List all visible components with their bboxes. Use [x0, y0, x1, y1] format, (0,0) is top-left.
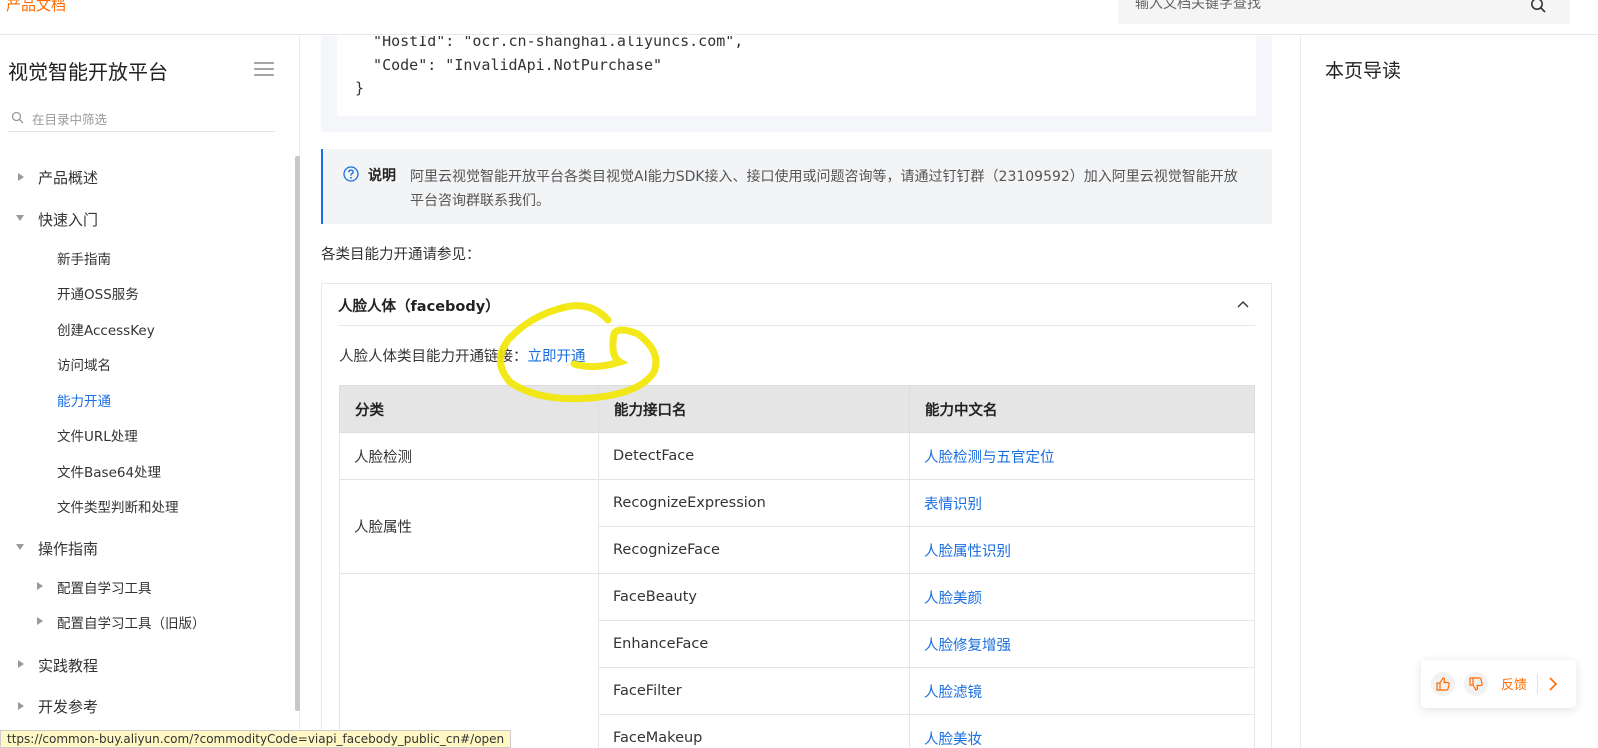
caret-down-icon[interactable] — [16, 215, 24, 221]
panel-title: 人脸人体（facebody） — [338, 299, 500, 315]
search-icon[interactable] — [1530, 0, 1546, 13]
note-callout: 说明 阿里云视觉智能开放平台各类目视觉AI能力SDK接入、接口使用或问题咨询等，… — [321, 149, 1272, 224]
caret-right-icon[interactable] — [37, 582, 43, 590]
caret-right-icon[interactable] — [18, 173, 24, 181]
catalog-filter-input[interactable]: 在目录中筛选 — [8, 104, 275, 132]
question-circle-icon — [343, 166, 359, 182]
capability-link[interactable]: 人脸滤镜 — [909, 667, 1255, 715]
capability-link[interactable]: 人脸美妆 — [909, 714, 1255, 748]
category-cell — [339, 573, 599, 748]
sidebar-title: 视觉智能开放平台 — [8, 60, 168, 84]
caret-right-icon[interactable] — [18, 702, 24, 710]
top-bar: 产品文档 输入文档关键字查找 — [0, 0, 1598, 35]
sidebar-item-operation-guide[interactable]: 操作指南 — [38, 538, 98, 559]
caret-right-icon[interactable] — [37, 617, 43, 625]
sidebar-item-self-learning-old[interactable]: 配置自学习工具（旧版） — [57, 612, 206, 632]
doc-search-input[interactable]: 输入文档关键字查找 — [1118, 0, 1570, 24]
sidebar-item-self-learning[interactable]: 配置自学习工具 — [57, 577, 152, 597]
toc-title: 本页导读 — [1325, 60, 1402, 82]
capability-link[interactable]: 人脸修复增强 — [909, 620, 1255, 668]
api-cell: EnhanceFace — [598, 620, 910, 668]
sidebar-item-beginner-guide[interactable]: 新手指南 — [57, 248, 111, 268]
capability-link[interactable]: 人脸检测与五官定位 — [909, 432, 1255, 480]
caret-down-icon[interactable] — [16, 544, 24, 550]
sidebar-item-quick-start[interactable]: 快速入门 — [38, 209, 98, 230]
api-cell: RecognizeExpression — [598, 479, 910, 527]
thumbs-up-button[interactable] — [1431, 672, 1455, 696]
chevron-up-icon[interactable] — [1237, 300, 1249, 308]
api-cell: FaceBeauty — [598, 573, 910, 621]
column-header: 能力中文名 — [909, 385, 1255, 433]
filter-placeholder: 在目录中筛选 — [32, 112, 108, 127]
sidebar-item-file-type[interactable]: 文件类型判断和处理 — [57, 496, 179, 516]
sidebar-item-file-base64[interactable]: 文件Base64处理 — [57, 461, 161, 481]
code-line: } — [355, 79, 365, 97]
menu-icon[interactable] — [254, 61, 274, 77]
capability-table: 分类 能力接口名 能力中文名 人脸检测 DetectFace 人脸检测与五官定位… — [339, 385, 1255, 748]
api-cell: RecognizeFace — [598, 526, 910, 574]
api-cell: FaceFilter — [598, 667, 910, 715]
toc-panel: 本页导读 — [1300, 36, 1598, 748]
open-now-link[interactable]: 立即开通 — [528, 349, 586, 365]
sidebar-item-oss[interactable]: 开通OSS服务 — [57, 283, 139, 303]
thumbs-down-button[interactable] — [1464, 672, 1488, 696]
note-label: 说明 — [368, 168, 396, 184]
sidebar-item-tutorials[interactable]: 实践教程 — [38, 655, 98, 676]
search-icon — [11, 111, 24, 124]
capability-link[interactable]: 人脸属性识别 — [909, 526, 1255, 574]
table-row: 人脸属性 RecognizeExpression 表情识别 — [339, 479, 1255, 574]
brand-link[interactable]: 产品文档 — [6, 0, 66, 15]
table-header-row: 分类 能力接口名 能力中文名 — [339, 385, 1255, 433]
column-header: 分类 — [339, 385, 599, 433]
table-row: FaceBeauty 人脸美颜 — [339, 573, 1255, 748]
panel-header[interactable]: 人脸人体（facebody） — [338, 284, 1255, 326]
sidebar-item-domain[interactable]: 访问域名 — [57, 354, 111, 374]
table-row: 人脸检测 DetectFace 人脸检测与五官定位 — [339, 432, 1255, 480]
code-block: "HostId": "ocr.cn-shanghai.aliyuncs.com"… — [321, 36, 1272, 132]
code-line: "HostId": "ocr.cn-shanghai.aliyuncs.com"… — [355, 36, 744, 50]
sidebar-item-product-overview[interactable]: 产品概述 — [38, 167, 98, 188]
divider — [1537, 674, 1538, 694]
facebody-panel: 人脸人体（facebody） 人脸人体类目能力开通链接：立即开通 分类 能力接口… — [321, 283, 1272, 748]
category-cell: 人脸属性 — [339, 479, 599, 574]
column-header: 能力接口名 — [598, 385, 910, 433]
thumbs-down-icon — [1469, 677, 1483, 691]
category-cell: 人脸检测 — [339, 432, 599, 480]
chevron-right-icon[interactable] — [1548, 677, 1558, 691]
thumbs-up-icon — [1436, 677, 1450, 691]
sidebar: 视觉智能开放平台 在目录中筛选 产品概述 快速入门 新手指南 开通OSS服务 创… — [0, 36, 300, 748]
capability-link[interactable]: 表情识别 — [909, 479, 1255, 527]
link-status-bar: ttps://common-buy.aliyun.com/?commodityC… — [0, 730, 512, 748]
code-line: "Code": "InvalidApi.NotPurchase" — [355, 56, 663, 74]
search-placeholder: 输入文档关键字查找 — [1135, 0, 1261, 12]
note-text: 阿里云视觉智能开放平台各类目视觉AI能力SDK接入、接口使用或问题咨询等，请通过… — [410, 169, 1238, 209]
sidebar-item-accesskey[interactable]: 创建AccessKey — [57, 319, 155, 339]
open-prefix: 人脸人体类目能力开通链接： — [339, 349, 528, 365]
code-box: "HostId": "ocr.cn-shanghai.aliyuncs.com"… — [337, 36, 1256, 116]
main-content: "HostId": "ocr.cn-shanghai.aliyuncs.com"… — [300, 36, 1300, 748]
api-cell: DetectFace — [598, 432, 910, 480]
open-line: 人脸人体类目能力开通链接：立即开通 — [339, 345, 586, 366]
capability-link[interactable]: 人脸美颜 — [909, 573, 1255, 621]
section-lead: 各类目能力开通请参见： — [321, 247, 481, 263]
sidebar-item-file-url[interactable]: 文件URL处理 — [57, 425, 138, 445]
caret-right-icon[interactable] — [18, 660, 24, 668]
feedback-widget: 反馈 — [1421, 660, 1576, 708]
sidebar-item-capability-activation[interactable]: 能力开通 — [57, 390, 111, 410]
feedback-button[interactable]: 反馈 — [1501, 674, 1527, 693]
api-cell: FaceMakeup — [598, 714, 910, 748]
sidebar-item-dev-reference[interactable]: 开发参考 — [38, 696, 98, 717]
